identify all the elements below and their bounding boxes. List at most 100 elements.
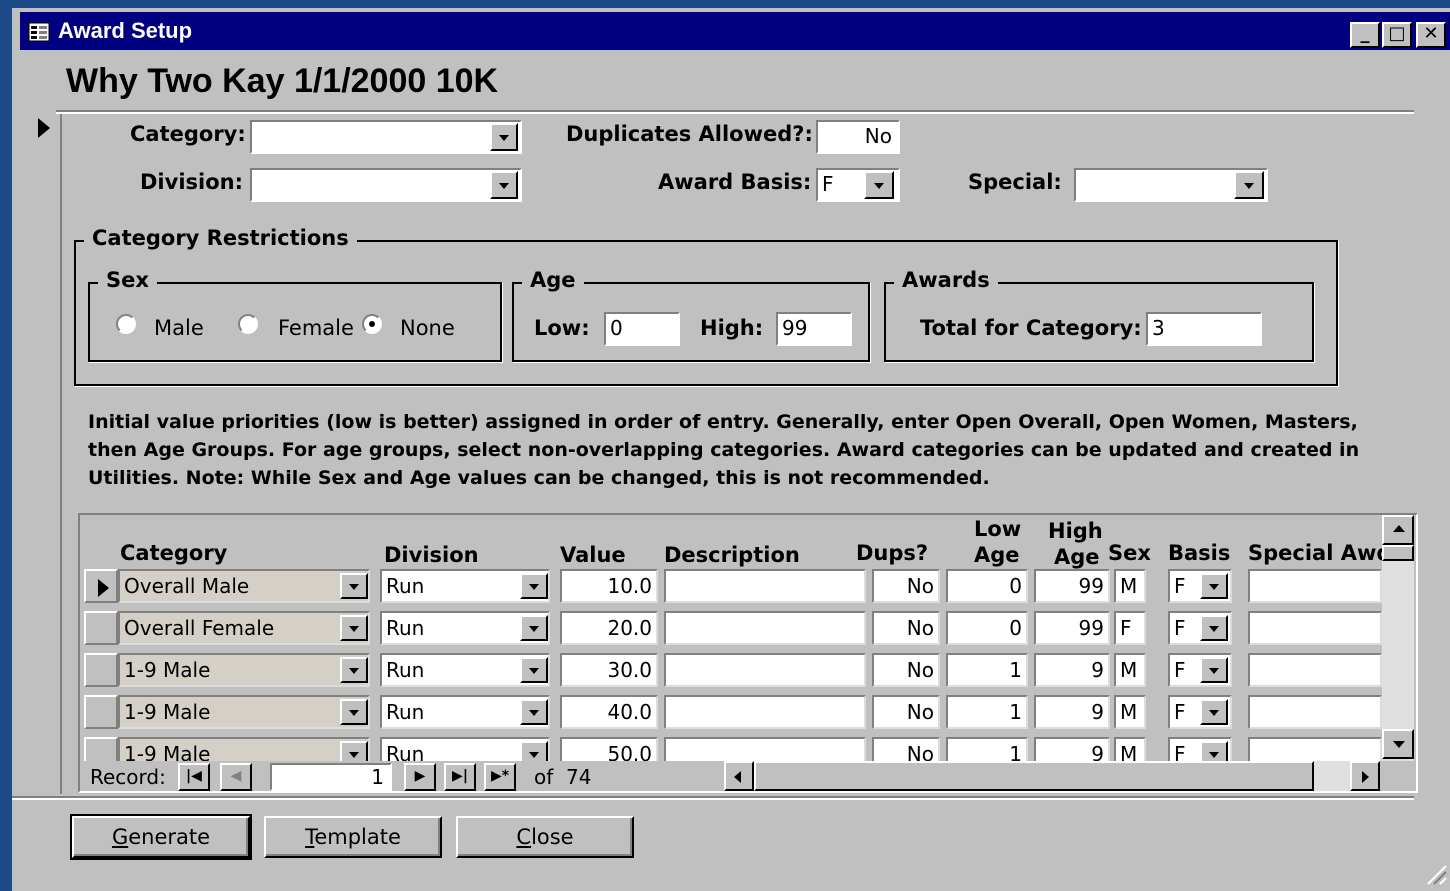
row-selector[interactable] xyxy=(84,611,118,645)
row-2-description[interactable] xyxy=(664,611,866,645)
row-3-category-dropdown[interactable] xyxy=(340,657,368,683)
vertical-scrollbar[interactable] xyxy=(1382,515,1414,761)
category-dropdown-button[interactable] xyxy=(490,123,518,151)
total-for-category-label: Total for Category: xyxy=(920,316,1142,340)
generate-accelerator: G xyxy=(111,825,129,849)
col-header-basis[interactable]: Basis xyxy=(1168,541,1230,565)
row-4-description[interactable] xyxy=(664,695,866,729)
row-3-special[interactable] xyxy=(1248,653,1382,687)
row-4-division-dropdown[interactable] xyxy=(520,699,548,725)
row-2-division-dropdown[interactable] xyxy=(520,615,548,641)
row-2-high-age[interactable]: 99 xyxy=(1034,611,1110,645)
row-1-special[interactable] xyxy=(1248,569,1382,603)
scroll-up-button[interactable] xyxy=(1382,515,1414,545)
last-record-button[interactable]: ▶| xyxy=(444,763,476,791)
col-header-special[interactable]: Special Awd xyxy=(1248,541,1391,565)
generate-button[interactable]: Generate xyxy=(70,814,252,860)
row-2-special[interactable] xyxy=(1248,611,1382,645)
row-2-sex[interactable]: F xyxy=(1114,611,1146,645)
row-2-dups[interactable]: No xyxy=(872,611,940,645)
row-3-category[interactable]: 1-9 Male xyxy=(118,653,370,687)
col-header-high-age-line2[interactable]: Age xyxy=(1054,545,1100,569)
col-header-category[interactable]: Category xyxy=(120,541,227,565)
close-window-button[interactable]: ✕ xyxy=(1416,22,1446,48)
row-3-sex[interactable]: M xyxy=(1114,653,1146,687)
first-record-button[interactable]: |◀ xyxy=(178,763,210,791)
row-3-division-dropdown[interactable] xyxy=(520,657,548,683)
resize-grip-icon[interactable] xyxy=(1422,860,1448,886)
row-2-category-dropdown[interactable] xyxy=(340,615,368,641)
row-3-high-age[interactable]: 9 xyxy=(1034,653,1110,687)
row-1-value[interactable]: 10.0 xyxy=(560,569,658,603)
scroll-down-button[interactable] xyxy=(1382,729,1414,759)
award-basis-dropdown-button[interactable] xyxy=(864,171,894,199)
row-2-category[interactable]: Overall Female xyxy=(118,611,370,645)
row-3-basis-dropdown[interactable] xyxy=(1200,657,1228,683)
row-4-category-dropdown[interactable] xyxy=(340,699,368,725)
sex-male-radio[interactable] xyxy=(116,314,136,334)
age-low-input[interactable]: 0 xyxy=(604,312,680,346)
row-4-low-age[interactable]: 1 xyxy=(946,695,1028,729)
row-1-dups[interactable]: No xyxy=(872,569,940,603)
maximize-button[interactable]: □ xyxy=(1382,22,1412,48)
col-header-high-age-line1[interactable]: High xyxy=(1048,519,1103,543)
previous-record-button[interactable]: ◀ xyxy=(220,763,252,791)
age-low-label: Low: xyxy=(534,316,590,340)
row-1-description[interactable] xyxy=(664,569,866,603)
row-3-value[interactable]: 30.0 xyxy=(560,653,658,687)
row-4-basis-dropdown[interactable] xyxy=(1200,699,1228,725)
scroll-thumb[interactable] xyxy=(1382,545,1414,561)
row-selector[interactable] xyxy=(84,653,118,687)
record-selector-strip xyxy=(30,114,62,794)
row-1-category[interactable]: Overall Male xyxy=(118,569,370,603)
division-dropdown-button[interactable] xyxy=(490,171,518,199)
category-select[interactable] xyxy=(250,120,522,154)
scroll-left-button[interactable] xyxy=(724,761,754,791)
first-record-icon: |◀ xyxy=(186,768,202,784)
col-header-dups[interactable]: Dups? xyxy=(856,541,928,565)
sex-female-radio[interactable] xyxy=(238,314,258,334)
row-2-value[interactable]: 20.0 xyxy=(560,611,658,645)
row-3-low-age[interactable]: 1 xyxy=(946,653,1028,687)
row-selector-current[interactable] xyxy=(84,569,118,603)
minimize-button[interactable]: _ xyxy=(1350,22,1380,48)
row-2-low-age[interactable]: 0 xyxy=(946,611,1028,645)
horizontal-scrollbar[interactable] xyxy=(724,761,1380,791)
row-1-sex[interactable]: M xyxy=(1114,569,1146,603)
horizontal-scroll-thumb[interactable] xyxy=(754,761,1314,791)
row-1-division-dropdown[interactable] xyxy=(520,573,548,599)
col-header-value[interactable]: Value xyxy=(560,543,626,567)
col-header-division[interactable]: Division xyxy=(384,543,479,567)
row-4-category[interactable]: 1-9 Male xyxy=(118,695,370,729)
col-header-description[interactable]: Description xyxy=(664,543,800,567)
row-1-category-dropdown[interactable] xyxy=(340,573,368,599)
row-3-dups[interactable]: No xyxy=(872,653,940,687)
row-1-basis-dropdown[interactable] xyxy=(1200,573,1228,599)
row-2-basis-dropdown[interactable] xyxy=(1200,615,1228,641)
row-4-sex[interactable]: M xyxy=(1114,695,1146,729)
division-select[interactable] xyxy=(250,168,522,202)
age-high-input[interactable]: 99 xyxy=(776,312,852,346)
title-bar[interactable]: Award Setup _ □ ✕ xyxy=(20,12,1450,50)
total-for-category-input[interactable]: 3 xyxy=(1146,312,1262,346)
next-record-button[interactable]: ▶ xyxy=(404,763,436,791)
template-button[interactable]: Template xyxy=(264,816,442,858)
row-4-special[interactable] xyxy=(1248,695,1382,729)
col-header-low-age-line1[interactable]: Low xyxy=(974,517,1021,541)
row-4-dups[interactable]: No xyxy=(872,695,940,729)
special-dropdown-button[interactable] xyxy=(1234,171,1264,199)
close-button[interactable]: Close xyxy=(456,816,634,858)
scroll-right-button[interactable] xyxy=(1350,761,1380,791)
record-number-input[interactable]: 1 xyxy=(270,763,392,791)
row-1-high-age[interactable]: 99 xyxy=(1034,569,1110,603)
row-4-value[interactable]: 40.0 xyxy=(560,695,658,729)
row-3-description[interactable] xyxy=(664,653,866,687)
row-1-low-age[interactable]: 0 xyxy=(946,569,1028,603)
col-header-sex[interactable]: Sex xyxy=(1108,541,1151,565)
row-selector[interactable] xyxy=(84,695,118,729)
new-record-button[interactable]: ▶* xyxy=(484,763,516,791)
duplicates-field[interactable]: No xyxy=(816,120,900,154)
row-4-high-age[interactable]: 9 xyxy=(1034,695,1110,729)
col-header-low-age-line2[interactable]: Age xyxy=(974,543,1020,567)
sex-none-radio[interactable] xyxy=(362,314,382,334)
